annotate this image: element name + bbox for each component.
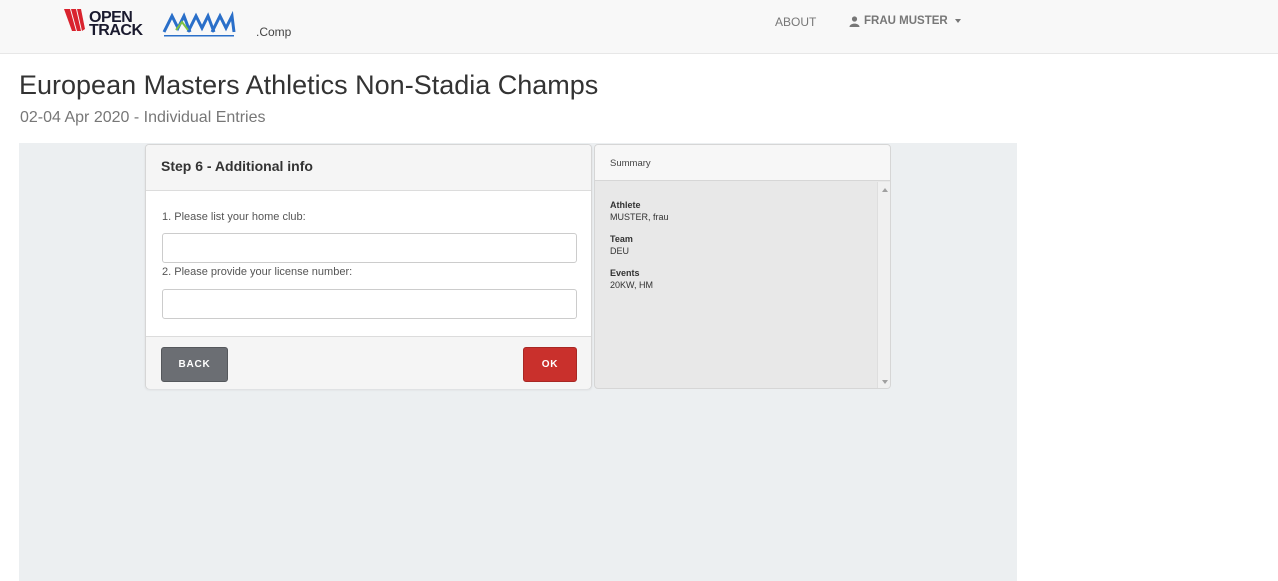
license-number-input[interactable] (162, 289, 577, 319)
open-track-logo-mark-icon (64, 9, 85, 31)
home-club-input[interactable] (162, 233, 577, 263)
events-label: Events (610, 268, 640, 278)
ema-logo-icon[interactable] (162, 10, 236, 40)
team-value: DEU (610, 246, 630, 256)
team-label: Team (610, 234, 633, 244)
caret-down-icon (954, 19, 961, 23)
step-header: Step 6 - Additional info (146, 145, 591, 191)
home-club-label: 1. Please list your home club: (162, 211, 306, 223)
page-subtitle: 02-04 Apr 2020 - Individual Entries (20, 109, 266, 126)
summary-panel: Summary Athlete MUSTER, frau Team DEU Ev… (594, 144, 891, 389)
user-menu-dropdown[interactable]: FRAU MUSTER (849, 15, 961, 27)
ok-button[interactable]: OK (523, 347, 577, 382)
logo-track-text: TRACK (89, 22, 143, 39)
license-number-label: 2. Please provide your license number: (162, 266, 353, 278)
summary-body: Athlete MUSTER, frau Team DEU Events 20K… (595, 182, 878, 320)
step-panel: Step 6 - Additional info 1. Please list … (145, 144, 592, 389)
user-icon (849, 15, 860, 27)
comp-suffix: .Comp (256, 25, 292, 39)
athlete-label: Athlete (610, 200, 641, 210)
top-navbar: OPEN TRACK .Comp ABOUT FRAU MUSTER (0, 0, 1278, 54)
nav-about-link[interactable]: ABOUT (775, 15, 816, 29)
summary-scrollbar[interactable] (877, 182, 890, 388)
open-track-logo[interactable]: OPEN TRACK (62, 6, 143, 42)
events-value: 20KW, HM (610, 280, 654, 290)
user-name-label: FRAU MUSTER (864, 15, 948, 27)
page-title: European Masters Athletics Non-Stadia Ch… (19, 70, 599, 100)
scroll-up-icon[interactable] (882, 188, 888, 192)
back-button[interactable]: BACK (161, 347, 228, 382)
scroll-down-icon[interactable] (882, 380, 888, 384)
summary-header: Summary (595, 145, 890, 181)
athlete-value: MUSTER, frau (610, 212, 669, 222)
step-footer: BACK OK (146, 336, 591, 389)
